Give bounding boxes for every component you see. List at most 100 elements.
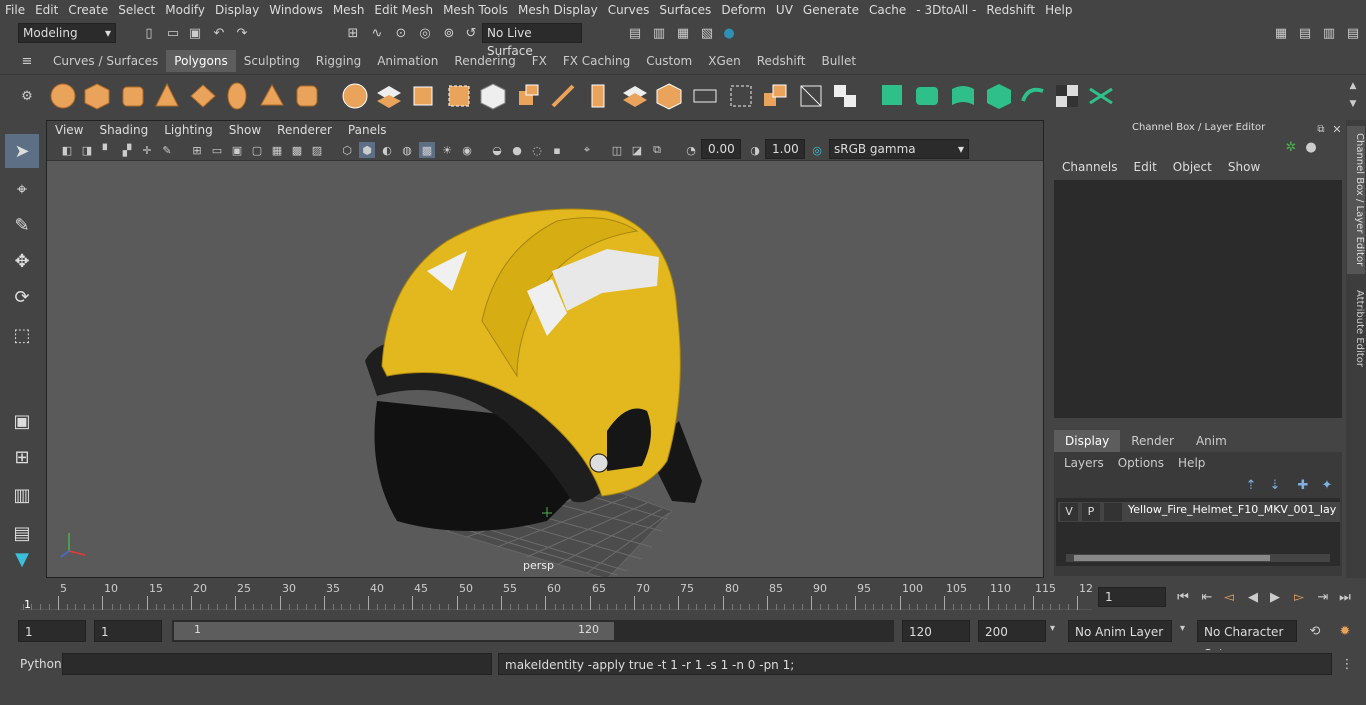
command-language[interactable]: Python bbox=[20, 657, 62, 671]
gamma-icon[interactable]: ◑ bbox=[747, 142, 763, 158]
open-scene-icon[interactable]: ▭ bbox=[164, 24, 182, 42]
layer-scrollbar[interactable] bbox=[1066, 554, 1330, 562]
toggle-channel-icon[interactable]: ▤ bbox=[1344, 24, 1362, 42]
menu-mesh-display[interactable]: Mesh Display bbox=[513, 3, 603, 17]
gate-mask-icon[interactable]: ▢ bbox=[249, 142, 265, 158]
range-slider-handle[interactable]: 1 120 bbox=[174, 622, 614, 640]
bridge-icon[interactable] bbox=[620, 81, 650, 111]
menu-edit-mesh[interactable]: Edit Mesh bbox=[369, 3, 438, 17]
lasso-tool-icon[interactable]: ⌖ bbox=[5, 172, 39, 206]
poly-sphere-icon[interactable] bbox=[48, 81, 78, 111]
shelf-menu-icon[interactable]: ≡ bbox=[18, 52, 36, 70]
undo-icon[interactable]: ↶ bbox=[210, 24, 228, 42]
grid-icon[interactable]: ⊞ bbox=[189, 142, 205, 158]
merge-icon[interactable] bbox=[760, 81, 790, 111]
layer-menu-options[interactable]: Options bbox=[1114, 456, 1168, 470]
layer-name[interactable]: Yellow_Fire_Helmet_F10_MKV_001_lay bbox=[1128, 503, 1338, 516]
menu-deform[interactable]: Deform bbox=[716, 3, 771, 17]
select-tool-icon[interactable]: ➤ bbox=[5, 134, 39, 168]
uv-unfold-icon[interactable] bbox=[1018, 81, 1048, 111]
menu-create[interactable]: Create bbox=[63, 3, 113, 17]
menu-display[interactable]: Display bbox=[210, 3, 264, 17]
uv-spherical-icon[interactable] bbox=[948, 81, 978, 111]
extract-icon[interactable] bbox=[408, 81, 438, 111]
2d-pan-icon[interactable]: ✛ bbox=[139, 142, 155, 158]
shelf-tab-xgen[interactable]: XGen bbox=[700, 50, 749, 72]
time-slider[interactable]: 5 10 15 20 25 30 35 40 45 50 55 60 65 70 75 80 85 90 95 100… bbox=[0, 578, 1366, 616]
xray-joints-icon[interactable]: ◫ bbox=[609, 142, 625, 158]
exposure-field[interactable]: 0.00 bbox=[701, 139, 741, 159]
exposure-icon[interactable]: ◔ bbox=[683, 142, 699, 158]
snap-curve-icon[interactable]: ∿ bbox=[368, 24, 386, 42]
toggle-panel-icon[interactable]: ▤ bbox=[1296, 24, 1314, 42]
depth-of-field-icon[interactable]: ◌ bbox=[529, 142, 545, 158]
snap-surface-icon[interactable]: ⊚ bbox=[440, 24, 458, 42]
smooth-icon[interactable] bbox=[444, 81, 474, 111]
channel-menu-object[interactable]: Object bbox=[1167, 160, 1218, 174]
ipr-render-icon[interactable]: ▦ bbox=[674, 24, 692, 42]
new-layer-icon[interactable]: ✚ bbox=[1294, 476, 1312, 494]
film-gate-icon[interactable]: ▭ bbox=[209, 142, 225, 158]
menu-windows[interactable]: Windows bbox=[264, 3, 328, 17]
menu-edit[interactable]: Edit bbox=[30, 3, 63, 17]
poly-plane-icon[interactable] bbox=[188, 81, 218, 111]
viewport-menu-renderer[interactable]: Renderer bbox=[269, 123, 340, 137]
layer-scrollbar-thumb[interactable] bbox=[1074, 555, 1270, 561]
mode-selector[interactable]: Modeling ▾ bbox=[18, 23, 116, 43]
separate-icon[interactable] bbox=[374, 81, 404, 111]
current-frame-field[interactable]: 1 bbox=[1098, 587, 1166, 607]
shadows-icon[interactable]: ☀ bbox=[439, 142, 455, 158]
shelf-tab-custom[interactable]: Custom bbox=[638, 50, 700, 72]
render-icon[interactable]: ▥ bbox=[650, 24, 668, 42]
toggle-layout-icon[interactable]: ▥ bbox=[1320, 24, 1338, 42]
viewport-panel[interactable]: View Shading Lighting Show Renderer Panels ◧ … bbox=[46, 120, 1044, 578]
render-settings-icon[interactable]: ▧ bbox=[698, 24, 716, 42]
safe-action-icon[interactable]: ▩ bbox=[289, 142, 305, 158]
anti-alias-icon[interactable]: ● bbox=[509, 142, 525, 158]
render-frame-icon[interactable]: ▤ bbox=[626, 24, 644, 42]
layout-four-icon[interactable]: ⊞ bbox=[5, 440, 39, 474]
playback-start-field[interactable]: 1 bbox=[94, 620, 162, 642]
channel-menu-show[interactable]: Show bbox=[1222, 160, 1266, 174]
auto-key-icon[interactable]: ⟲ bbox=[1306, 622, 1324, 640]
layer-playback-toggle[interactable]: P bbox=[1082, 503, 1100, 521]
layer-row[interactable]: V P Yellow_Fire_Helmet_F10_MKV_001_lay bbox=[1058, 502, 1340, 522]
tab-render[interactable]: Render bbox=[1120, 430, 1185, 452]
poly-torus-icon[interactable] bbox=[222, 81, 252, 111]
go-to-end-icon[interactable]: ⏭ bbox=[1336, 588, 1354, 606]
layer-visibility-toggle[interactable]: V bbox=[1060, 503, 1078, 521]
chevron-down-icon[interactable]: ▾ bbox=[1050, 623, 1055, 634]
channel-options-icon[interactable]: ✲ bbox=[1282, 138, 1300, 156]
range-slider[interactable]: 1 120 bbox=[172, 620, 894, 642]
uv-auto-icon[interactable] bbox=[984, 81, 1014, 111]
scene-start-field[interactable]: 1 bbox=[18, 620, 86, 642]
menu-mesh-tools[interactable]: Mesh Tools bbox=[438, 3, 513, 17]
menu-surfaces[interactable]: Surfaces bbox=[654, 3, 716, 17]
redo-icon[interactable]: ↷ bbox=[233, 24, 251, 42]
menu-modify[interactable]: Modify bbox=[160, 3, 210, 17]
grease-pencil-icon[interactable]: ✎ bbox=[159, 142, 175, 158]
shelf-tab-animation[interactable]: Animation bbox=[369, 50, 446, 72]
poly-pyramid-icon[interactable] bbox=[257, 81, 287, 111]
gear-icon[interactable]: ⚙ bbox=[18, 87, 36, 105]
uv-cylindrical-icon[interactable] bbox=[912, 81, 942, 111]
isolate-select-icon[interactable]: ⌖ bbox=[579, 142, 595, 158]
viewport-menu-panels[interactable]: Panels bbox=[340, 123, 395, 137]
mirror-icon[interactable] bbox=[478, 81, 508, 111]
poly-cone-icon[interactable] bbox=[152, 81, 182, 111]
play-back-icon[interactable]: ◀ bbox=[1244, 588, 1262, 606]
menu-mesh[interactable]: Mesh bbox=[328, 3, 370, 17]
snap-grid-icon[interactable]: ⊞ bbox=[344, 24, 362, 42]
layer-display-type[interactable] bbox=[1104, 503, 1122, 521]
channel-menu-edit[interactable]: Edit bbox=[1128, 160, 1163, 174]
shelf-tab-sculpting[interactable]: Sculpting bbox=[236, 50, 308, 72]
shelf-tab-bullet[interactable]: Bullet bbox=[813, 50, 864, 72]
viewport-menu-view[interactable]: View bbox=[47, 123, 91, 137]
viewport-menu-show[interactable]: Show bbox=[221, 123, 269, 137]
shelf-scroll-up-icon[interactable]: ▲ bbox=[1344, 77, 1362, 95]
viewport-menu-shading[interactable]: Shading bbox=[91, 123, 156, 137]
scene-canvas[interactable] bbox=[47, 161, 1043, 577]
gamma-field[interactable]: 1.00 bbox=[765, 139, 805, 159]
safe-title-icon[interactable]: ▨ bbox=[309, 142, 325, 158]
layer-menu-layers[interactable]: Layers bbox=[1060, 456, 1108, 470]
